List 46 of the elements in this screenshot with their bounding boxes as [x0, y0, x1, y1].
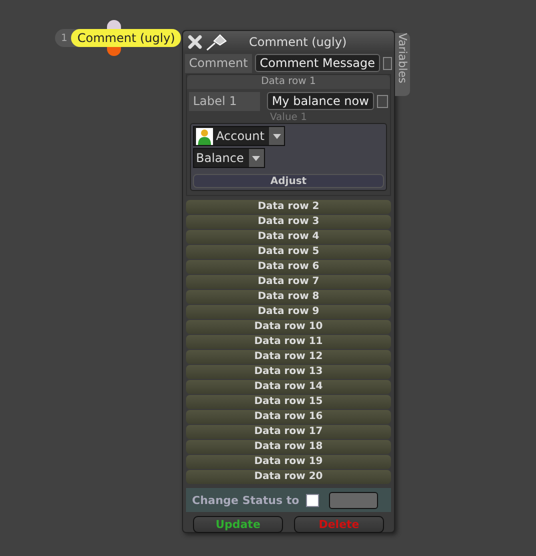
data-row-header[interactable]: Data row 1	[187, 75, 390, 89]
caret-icon	[252, 156, 260, 160]
data-row-header[interactable]: Data row 2	[186, 200, 391, 214]
close-icon[interactable]	[187, 34, 203, 50]
node-number: 1	[61, 32, 68, 44]
comment-label: Comment	[185, 54, 252, 72]
variables-tab[interactable]: Variables	[395, 33, 410, 96]
status-label: Change Status to	[192, 494, 300, 506]
data-row-header[interactable]: Data row 9	[186, 305, 391, 319]
data-row-header[interactable]: Data row 7	[186, 275, 391, 289]
data-row-header[interactable]: Data row 15	[186, 395, 391, 409]
panel-title: Comment (ugly)	[249, 34, 347, 48]
data-row-header[interactable]: Data row 6	[186, 260, 391, 274]
dropdown[interactable]: Account	[193, 126, 286, 146]
comment-field[interactable]: Comment Message	[254, 54, 380, 72]
update-button[interactable]: Update	[193, 516, 283, 533]
data-row-header[interactable]: Data row 12	[186, 350, 391, 364]
user-icon	[196, 128, 213, 144]
caret-icon	[272, 134, 281, 138]
dropdown[interactable]: Balance	[193, 148, 265, 168]
input-port-icon[interactable]	[107, 20, 121, 29]
data-row-header[interactable]: Data row 18	[186, 440, 391, 454]
status-field[interactable]	[329, 492, 378, 508]
data-row-header[interactable]: Data row 19	[186, 455, 391, 469]
data-row-header[interactable]: Data row 8	[186, 290, 391, 304]
value-caption: Value 1	[268, 112, 308, 123]
field-label: Label 1	[189, 92, 260, 110]
output-port-icon[interactable]	[107, 47, 121, 56]
checkbox[interactable]	[383, 56, 392, 70]
data-row-header[interactable]: Data row 10	[186, 320, 391, 334]
adjust-button[interactable]: Adjust	[193, 174, 384, 188]
status-checkbox[interactable]	[306, 494, 319, 506]
data-row-header[interactable]: Data row 14	[186, 380, 391, 394]
data-row-header[interactable]: Data row 5	[186, 245, 391, 259]
data-row-header[interactable]: Data row 20	[186, 470, 391, 484]
data-row-header[interactable]: Data row 11	[186, 335, 391, 349]
node-label: Comment (ugly)	[71, 29, 182, 47]
pin-icon[interactable]	[206, 32, 228, 50]
data-row-header[interactable]: Data row 4	[186, 230, 391, 244]
data-row-header[interactable]: Data row 16	[186, 410, 391, 424]
data-row-header[interactable]: Data row 13	[186, 365, 391, 379]
comment-node[interactable]: 1 Comment (ugly)	[55, 29, 182, 47]
checkbox[interactable]	[376, 94, 388, 108]
label-field[interactable]: My balance now	[266, 92, 374, 110]
data-row-header[interactable]: Data row 3	[186, 215, 391, 229]
data-row-header[interactable]: Data row 17	[186, 425, 391, 439]
